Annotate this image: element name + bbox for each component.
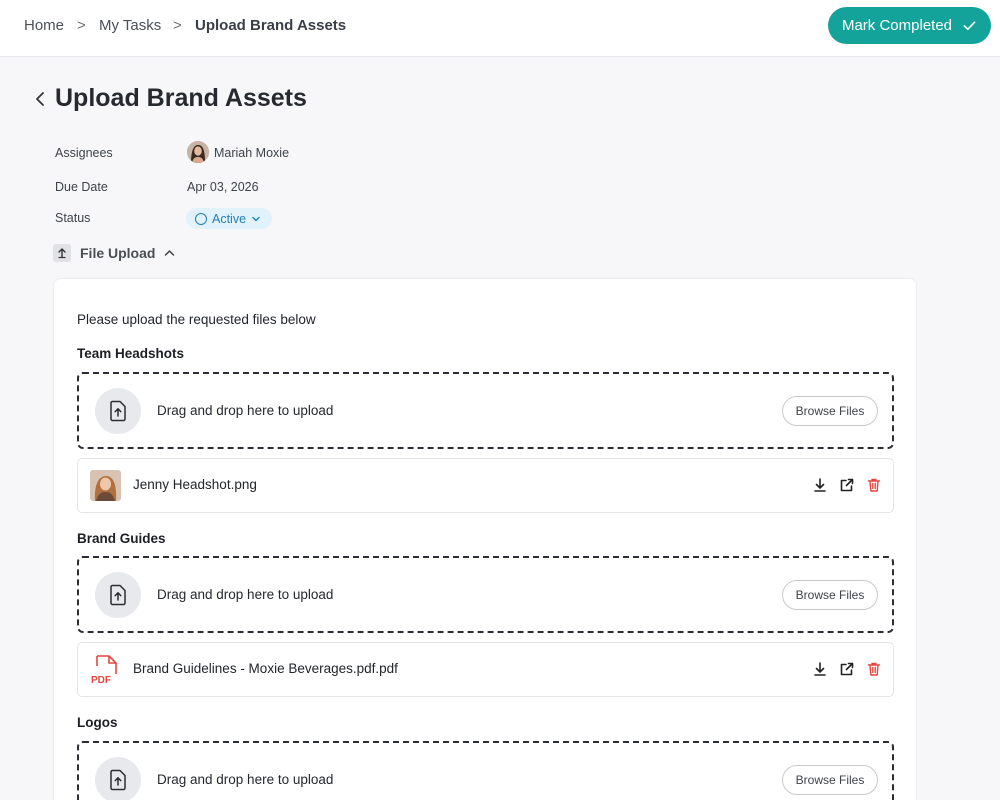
trash-icon[interactable]: [866, 661, 882, 677]
file-upload-card: Please upload the requested files below …: [53, 278, 917, 800]
file-thumbnail: [90, 470, 121, 501]
due-date-value: Apr 03, 2026: [187, 180, 259, 194]
browse-files-button[interactable]: Browse Files: [782, 765, 878, 795]
page-title: Upload Brand Assets: [55, 84, 307, 112]
assignees-label: Assignees: [55, 146, 113, 160]
assignee-name: Mariah Moxie: [214, 146, 290, 160]
group-title-logos: Logos: [77, 715, 118, 730]
breadcrumb-separator: >: [173, 17, 182, 34]
breadcrumb-current: Upload Brand Assets: [195, 17, 347, 34]
external-link-icon[interactable]: [839, 477, 855, 493]
dropzone-team-headshots[interactable]: Drag and drop here to upload Browse File…: [77, 372, 894, 449]
upload-icon: [95, 757, 141, 800]
status-dropdown[interactable]: Active: [186, 208, 272, 229]
status-label: Status: [55, 211, 91, 225]
mark-completed-button[interactable]: Mark Completed: [828, 7, 991, 44]
chevron-down-icon: [252, 216, 260, 221]
status-value: Active: [212, 211, 247, 226]
upload-instructions: Please upload the requested files below: [77, 312, 316, 327]
trash-icon[interactable]: [866, 477, 882, 493]
file-upload-section-toggle[interactable]: File Upload: [53, 243, 175, 263]
pdf-icon: PDF: [90, 654, 121, 685]
chevron-left-icon[interactable]: [33, 90, 47, 108]
download-icon[interactable]: [812, 661, 828, 677]
due-date-label: Due Date: [55, 180, 108, 194]
file-row: Jenny Headshot.png: [77, 458, 894, 513]
browse-files-button[interactable]: Browse Files: [782, 396, 878, 426]
top-bar: Home > My Tasks > Upload Brand Assets Ma…: [0, 0, 1000, 57]
avatar: [187, 141, 209, 163]
file-upload-icon: [53, 244, 71, 262]
dropzone-logos[interactable]: Drag and drop here to upload Browse File…: [77, 741, 894, 800]
breadcrumb-home[interactable]: Home: [24, 17, 64, 34]
external-link-icon[interactable]: [839, 661, 855, 677]
upload-icon: [95, 572, 141, 618]
dropzone-text: Drag and drop here to upload: [157, 772, 334, 787]
upload-icon: [95, 388, 141, 434]
mark-completed-label: Mark Completed: [841, 17, 953, 34]
file-name[interactable]: Jenny Headshot.png: [133, 477, 257, 492]
status-circle-icon: [195, 212, 207, 225]
download-icon[interactable]: [812, 477, 828, 493]
browse-files-button[interactable]: Browse Files: [782, 580, 878, 610]
file-upload-section-title: File Upload: [80, 245, 156, 261]
svg-text:PDF: PDF: [91, 675, 111, 685]
check-icon: [963, 21, 976, 31]
dropzone-text: Drag and drop here to upload: [157, 403, 334, 418]
group-title-team-headshots: Team Headshots: [77, 346, 185, 361]
breadcrumb-my-tasks[interactable]: My Tasks: [99, 17, 161, 34]
chevron-up-icon: [165, 250, 175, 256]
dropzone-brand-guides[interactable]: Drag and drop here to upload Browse File…: [77, 556, 894, 633]
file-name[interactable]: Brand Guidelines - Moxie Beverages.pdf.p…: [133, 661, 398, 676]
breadcrumb-separator: >: [77, 17, 86, 34]
dropzone-text: Drag and drop here to upload: [157, 587, 334, 602]
file-row: PDF Brand Guidelines - Moxie Beverages.p…: [77, 642, 894, 697]
group-title-brand-guides: Brand Guides: [77, 531, 166, 546]
